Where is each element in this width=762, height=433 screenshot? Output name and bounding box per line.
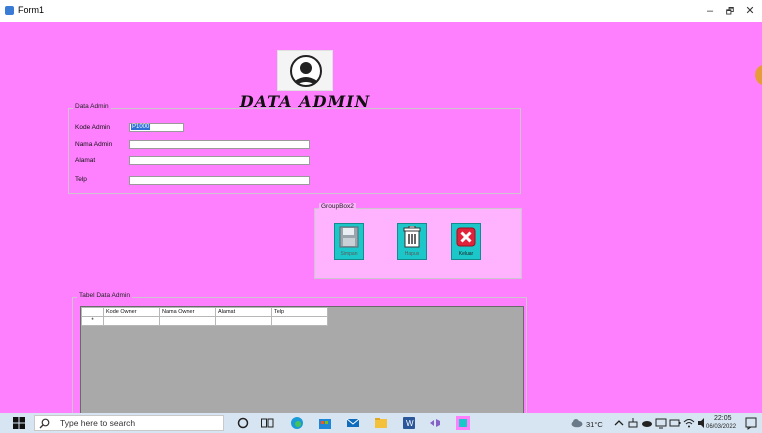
notification-icon[interactable] xyxy=(744,416,758,430)
column-header-alamat[interactable]: Alamat xyxy=(215,307,272,317)
data-admin-group: Data Admin Kode Admin P1000 Nama Admin A… xyxy=(68,103,521,194)
running-app-icon[interactable] xyxy=(456,416,470,430)
maximize-button[interactable]: 🗗 xyxy=(722,3,738,19)
user-avatar-icon xyxy=(290,55,322,87)
kode-admin-label: Kode Admin xyxy=(75,124,111,131)
data-grid[interactable]: Kode Owner Nama Owner Alamat Telp * xyxy=(80,306,524,416)
clock-date[interactable]: 06/03/2022 xyxy=(706,424,736,430)
task-view-circle-icon[interactable] xyxy=(236,416,250,430)
groupbox2-legend: GroupBox2 xyxy=(319,203,356,210)
word-icon[interactable]: W xyxy=(402,416,416,430)
app-icon xyxy=(5,6,14,15)
hapus-label: Hapus xyxy=(404,251,420,257)
data-admin-legend: Data Admin xyxy=(73,103,111,110)
task-view-icon[interactable] xyxy=(260,416,274,430)
nama-admin-label: Nama Admin xyxy=(75,141,113,148)
nama-admin-input[interactable] xyxy=(129,140,310,149)
keluar-label: Keluar xyxy=(458,251,474,257)
kode-admin-input[interactable]: P1000 xyxy=(129,123,184,132)
display-icon[interactable] xyxy=(654,416,668,430)
visual-studio-icon[interactable] xyxy=(428,416,442,430)
weather-temperature: 31°C xyxy=(586,420,603,429)
column-header-kode-owner[interactable]: Kode Owner xyxy=(103,307,160,317)
clock-time[interactable]: 22:05 xyxy=(714,415,732,422)
edge-browser-icon[interactable] xyxy=(290,416,304,430)
grid-cell[interactable] xyxy=(271,316,328,326)
grid-header-row: Kode Owner Nama Owner Alamat Telp xyxy=(81,307,328,317)
telp-label: Telp xyxy=(75,176,87,183)
mail-icon[interactable] xyxy=(346,416,360,430)
tabel-data-admin-legend: Tabel Data Admin xyxy=(77,292,132,299)
simpan-label: Simpan xyxy=(340,251,358,257)
close-window-button[interactable]: ✕ xyxy=(742,3,758,19)
table-row[interactable]: * xyxy=(81,316,328,326)
simpan-button[interactable]: Simpan xyxy=(334,223,364,260)
minimize-button[interactable]: – xyxy=(702,3,718,19)
groupbox2: GroupBox2 Simpan Hapus Keluar xyxy=(314,203,522,279)
column-header-telp[interactable]: Telp xyxy=(271,307,328,317)
store-icon[interactable] xyxy=(318,416,332,430)
floppy-disk-icon xyxy=(339,226,359,248)
new-row-marker: * xyxy=(81,316,104,326)
hapus-button[interactable]: Hapus xyxy=(397,223,427,260)
trash-icon xyxy=(403,226,421,248)
svg-text:W: W xyxy=(406,419,414,428)
admin-logo xyxy=(277,50,333,91)
keluar-button[interactable]: Keluar xyxy=(451,223,481,260)
windows-start-icon[interactable] xyxy=(12,416,26,430)
weather-cloud-icon xyxy=(571,419,583,428)
title-bar: Form1 – 🗗 ✕ xyxy=(0,0,762,22)
search-icon xyxy=(39,418,50,429)
grid-cell[interactable] xyxy=(159,316,216,326)
row-header-corner xyxy=(81,307,104,317)
grid-cell[interactable] xyxy=(103,316,160,326)
data-grid-table: Kode Owner Nama Owner Alamat Telp * xyxy=(81,307,328,326)
file-explorer-icon[interactable] xyxy=(374,416,388,430)
cloud-sync-icon[interactable] xyxy=(640,416,654,430)
wifi-icon[interactable] xyxy=(682,416,696,430)
alamat-input[interactable] xyxy=(129,156,310,165)
window-title: Form1 xyxy=(18,5,45,15)
search-placeholder: Type here to search xyxy=(60,418,136,428)
telp-input[interactable] xyxy=(129,176,310,185)
close-x-icon xyxy=(456,227,476,247)
network-icon[interactable] xyxy=(626,416,640,430)
side-orb xyxy=(755,65,762,85)
chevron-up-icon[interactable] xyxy=(612,416,626,430)
kode-admin-selected-text: P1000 xyxy=(131,124,151,130)
alamat-label: Alamat xyxy=(75,157,96,164)
grid-cell[interactable] xyxy=(215,316,272,326)
column-header-nama-owner[interactable]: Nama Owner xyxy=(159,307,216,317)
battery-icon[interactable] xyxy=(668,416,682,430)
